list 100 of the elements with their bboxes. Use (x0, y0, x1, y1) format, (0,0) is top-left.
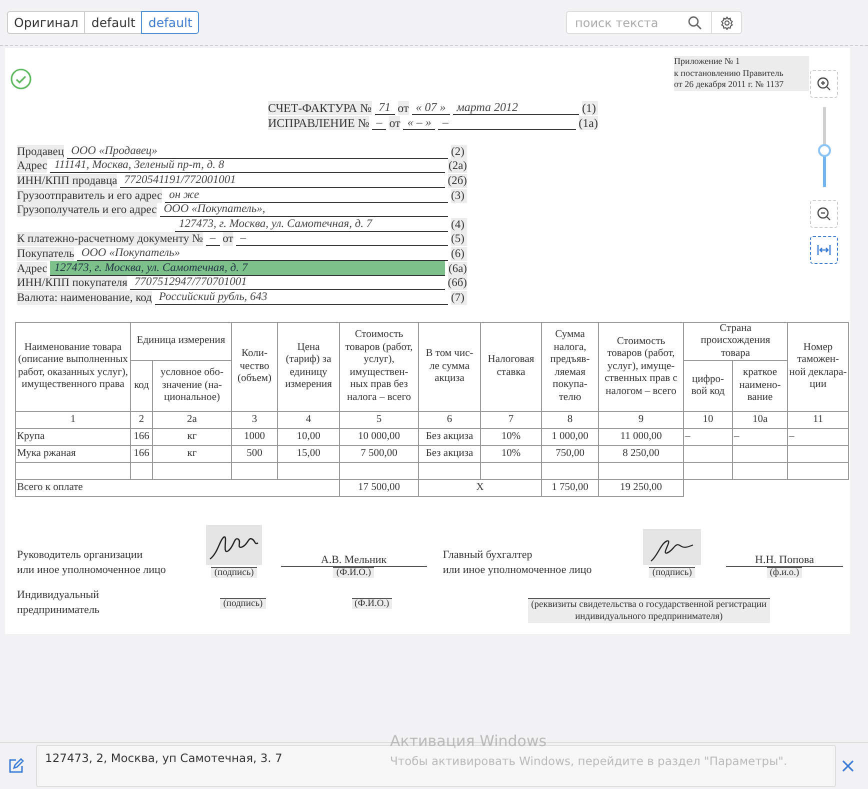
settings-button[interactable] (712, 11, 742, 34)
field-label: ИНН/КПП покупателя (17, 276, 128, 290)
field-label: Продавец (17, 144, 64, 159)
field-value: 127473, г. Москва, ул. Самотечная, д. 7 (50, 260, 446, 276)
table-cell: 15,00 (278, 446, 340, 463)
field-value: ООО «Продавец» (67, 144, 448, 159)
column-number: 6 (418, 412, 481, 429)
field-code: (1а) (578, 116, 598, 130)
table-cell: 11 000,00 (598, 428, 684, 446)
field-code: (2а) (448, 159, 467, 174)
registration-caption: (реквизиты свидетельства о государственной регистрации индивидуального предпринимателя) (528, 598, 770, 624)
table-cell: кг (152, 446, 232, 463)
column-header: Единица измерения (130, 322, 232, 361)
fit-width-button[interactable] (810, 236, 838, 264)
column-number: 5 (340, 412, 419, 429)
field-value: 7707512947/770701001 (130, 275, 445, 290)
title-value: 71 (374, 100, 395, 115)
table-cell: 8 250,00 (598, 446, 684, 463)
table-cell: 10% (480, 428, 542, 446)
view-tab[interactable]: default (141, 11, 200, 34)
signatory-title: Руководитель организации или иное уполномоченное лицо (17, 548, 167, 578)
close-icon[interactable] (842, 760, 854, 772)
signatory-title: Индивидуальный предприниматель (17, 588, 100, 618)
column-number: 8 (542, 412, 599, 429)
signature-caption: (подпись) (220, 598, 266, 610)
zoom-out-button[interactable] (810, 200, 838, 228)
fit-width-icon (817, 244, 831, 256)
signature-drawing (643, 529, 702, 566)
field-label: Покупатель (17, 246, 74, 261)
field-code: (6) (451, 246, 467, 261)
edit-icon[interactable] (8, 758, 24, 774)
table-cell: 7 500,00 (340, 446, 419, 463)
field-value: – (206, 231, 220, 246)
column-header: Стоимость товаров (работ, услуг), имуще- ственных прав с налогом – всего (598, 322, 684, 412)
table-cell: 10 000,00 (340, 428, 419, 446)
table-cell: Без акциза (418, 446, 481, 463)
table-cell: – (684, 428, 733, 446)
column-header: цифро- вой код (684, 360, 733, 412)
field-label: Адрес (17, 159, 48, 174)
title-value: – (372, 115, 386, 130)
table-cell: 1 000,00 (542, 428, 599, 446)
table-cell: 166 (130, 428, 152, 446)
field-label: Адрес (17, 262, 48, 276)
column-number: 7 (480, 412, 542, 429)
search-field[interactable]: поиск текста (566, 11, 712, 34)
column-header: Наименование товара (описание выполненных работ, оказанных услуг), имущественного права (16, 322, 130, 412)
signature-drawing (206, 525, 262, 566)
field-value: 7720541191/772001001 (120, 172, 445, 188)
table-cell: 1000 (232, 428, 278, 446)
table-cell: Крупа (16, 428, 130, 446)
field-label: Грузополучатель и его адрес (17, 203, 157, 218)
title-label: СЧЕТ-ФАКТУРА № (268, 100, 372, 115)
table-cell: Всего к оплате (16, 480, 340, 497)
column-header: код (130, 360, 152, 412)
name-caption: (Ф.И.О.) (333, 567, 374, 578)
field-code: (1) (582, 100, 598, 115)
column-header: Коли- чество (объем) (232, 322, 278, 412)
activation-message: Чтобы активировать Windows, перейдите в раздел "Параметры". (390, 754, 788, 768)
table-cell: 500 (232, 446, 278, 463)
field-value: Российский рубль, 643 (154, 290, 448, 305)
settings-icon (720, 16, 734, 30)
field-code: (2) (451, 144, 467, 159)
field-value: ООО «Покупатель», (160, 202, 448, 218)
signatory-title: Главный бухгалтер или иное уполномоченное лицо (442, 548, 593, 578)
column-header: Налоговая ставка (480, 322, 542, 412)
column-header: Страна происхождения товара (684, 322, 788, 361)
title-label: от (398, 100, 409, 115)
table-cell: 10% (480, 446, 542, 463)
table-cell: 750,00 (542, 446, 599, 463)
view-tab[interactable]: default (84, 11, 142, 34)
column-number: 1 (16, 412, 130, 429)
column-header: Номер таможен- ной деклара- ции (788, 322, 849, 412)
name-caption: (Ф.И.О.) (352, 598, 392, 610)
table-cell: 1 750,00 (542, 480, 599, 497)
column-number: 2а (152, 412, 232, 429)
column-number: 10 (684, 412, 733, 429)
field-label: К платежно-расчетному документу № (17, 232, 203, 246)
field-value: он же (165, 188, 448, 203)
field-value: 127473, г. Москва, ул. Самотечная, д. 7 (175, 216, 448, 232)
zoom-in-icon (817, 77, 831, 91)
field-code: (6б) (448, 276, 467, 290)
view-tab[interactable]: Оригинал (7, 11, 86, 34)
column-number: 10а (732, 412, 788, 429)
table-cell: – (788, 428, 849, 446)
field-label: Грузоотправитель и его адрес (17, 188, 162, 203)
field-label: Валюта: наименование, код (17, 290, 152, 305)
column-number: 3 (232, 412, 278, 429)
title-value: марта 2012 (452, 100, 579, 115)
column-number: 2 (130, 412, 152, 429)
field-code: (3) (451, 188, 467, 203)
table-cell: 19 250,00 (598, 480, 684, 497)
field-label: от (222, 232, 234, 246)
table-cell: Мука ржаная (16, 446, 130, 463)
zoom-in-button[interactable] (810, 70, 838, 98)
title-value: « – » (403, 115, 436, 130)
field-label: ИНН/КПП продавца (17, 174, 118, 188)
table-cell: кг (152, 428, 232, 446)
field-value: 111141, Москва, Зеленый пр-т, д. 8 (50, 158, 446, 174)
field-code: (5) (451, 232, 467, 246)
table-cell: – (732, 428, 788, 446)
